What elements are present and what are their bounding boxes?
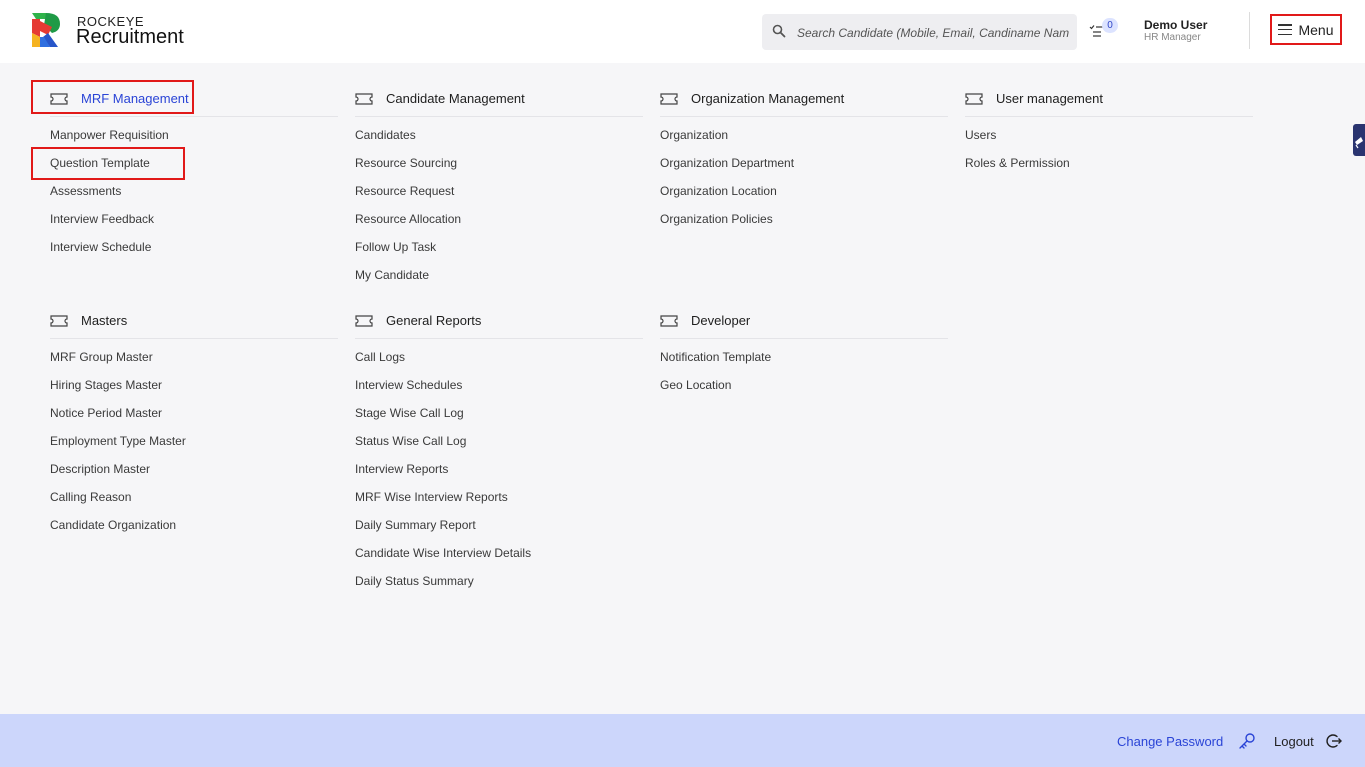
menu-item[interactable]: Organization	[660, 124, 948, 152]
section-title: MRF Management	[81, 91, 189, 106]
section-title: Masters	[81, 313, 128, 328]
section-general-reports: General Reports Call Logs Interview Sche…	[355, 303, 643, 598]
section-title: Candidate Management	[386, 91, 525, 106]
menu-item[interactable]: Calling Reason	[50, 486, 338, 514]
section-header[interactable]: General Reports	[355, 303, 643, 339]
menu-item[interactable]: Interview Feedback	[50, 208, 338, 236]
menu-item[interactable]: Candidate Organization	[50, 514, 338, 542]
menu-item[interactable]: Resource Sourcing	[355, 152, 643, 180]
menu-item[interactable]: Resource Request	[355, 180, 643, 208]
menu-button-label: Menu	[1298, 21, 1334, 38]
menu-item[interactable]: Description Master	[50, 458, 338, 486]
search-icon	[772, 24, 786, 38]
menu-item[interactable]: Notification Template	[660, 346, 948, 374]
menu-item[interactable]: Notice Period Master	[50, 402, 338, 430]
top-header: ROCKEYE Recruitment 0 Demo User HR Manag…	[0, 0, 1365, 63]
footer-bar: Change Password Logout	[0, 714, 1365, 767]
menu-item[interactable]: Interview Schedule	[50, 236, 338, 264]
user-role: HR Manager	[1144, 32, 1201, 43]
section-header[interactable]: Masters	[50, 303, 338, 339]
ticket-icon	[50, 314, 68, 327]
menu-item[interactable]: My Candidate	[355, 264, 643, 292]
section-candidate-management: Candidate Management Candidates Resource…	[355, 81, 643, 292]
search-input[interactable]	[797, 23, 1069, 43]
section-organization-management: Organization Management Organization Org…	[660, 81, 948, 236]
logout-icon[interactable]	[1326, 733, 1342, 749]
key-icon[interactable]	[1238, 732, 1256, 750]
menu-button[interactable]: Menu	[1270, 14, 1342, 45]
side-floating-tab[interactable]	[1353, 124, 1365, 156]
rockeye-logo-icon[interactable]	[30, 11, 66, 49]
section-user-management: User management Users Roles & Permission	[965, 81, 1253, 180]
menu-item[interactable]: Status Wise Call Log	[355, 430, 643, 458]
section-developer: Developer Notification Template Geo Loca…	[660, 303, 948, 402]
brand-name: Recruitment	[76, 26, 184, 48]
menu-item[interactable]: Resource Allocation	[355, 208, 643, 236]
menu-item[interactable]: Organization Department	[660, 152, 948, 180]
ticket-icon	[355, 314, 373, 327]
menu-item[interactable]: Roles & Permission	[965, 152, 1253, 180]
section-title: Developer	[691, 313, 751, 328]
section-title: General Reports	[386, 313, 482, 328]
section-header[interactable]: Organization Management	[660, 81, 948, 117]
menu-item[interactable]: Question Template	[50, 152, 338, 180]
menu-item[interactable]: Stage Wise Call Log	[355, 402, 643, 430]
ticket-icon	[50, 92, 68, 105]
menu-item[interactable]: Geo Location	[660, 374, 948, 402]
menu-item[interactable]: Daily Summary Report	[355, 514, 643, 542]
section-mrf-management: MRF Management Manpower Requisition Ques…	[50, 81, 338, 264]
logout-link[interactable]: Logout	[1274, 734, 1314, 749]
tasks-count-badge: 0	[1102, 18, 1118, 33]
menu-item[interactable]: Organization Location	[660, 180, 948, 208]
menu-item[interactable]: Candidate Wise Interview Details	[355, 542, 643, 570]
menu-item[interactable]: MRF Group Master	[50, 346, 338, 374]
ticket-icon	[965, 92, 983, 105]
menu-item[interactable]: Users	[965, 124, 1253, 152]
megaphone-icon	[1355, 137, 1363, 149]
ticket-icon	[660, 92, 678, 105]
menu-item[interactable]: Call Logs	[355, 346, 643, 374]
section-header[interactable]: Candidate Management	[355, 81, 643, 117]
menu-item[interactable]: Assessments	[50, 180, 338, 208]
section-header[interactable]: Developer	[660, 303, 948, 339]
menu-item[interactable]: Daily Status Summary	[355, 570, 643, 598]
menu-item[interactable]: Candidates	[355, 124, 643, 152]
menu-item[interactable]: Follow Up Task	[355, 236, 643, 264]
section-header[interactable]: User management	[965, 81, 1253, 117]
section-title: Organization Management	[691, 91, 845, 106]
header-divider	[1249, 12, 1250, 49]
menu-item[interactable]: Manpower Requisition	[50, 124, 338, 152]
menu-item[interactable]: Employment Type Master	[50, 430, 338, 458]
menu-item[interactable]: Hiring Stages Master	[50, 374, 338, 402]
section-title: User management	[996, 91, 1103, 106]
search-box	[762, 14, 1077, 50]
section-masters: Masters MRF Group Master Hiring Stages M…	[50, 303, 338, 542]
hamburger-icon	[1278, 24, 1293, 35]
menu-item[interactable]: MRF Wise Interview Reports	[355, 486, 643, 514]
ticket-icon	[355, 92, 373, 105]
user-name[interactable]: Demo User	[1144, 18, 1207, 32]
change-password-link[interactable]: Change Password	[1117, 734, 1223, 749]
menu-item[interactable]: Organization Policies	[660, 208, 948, 236]
menu-item[interactable]: Interview Reports	[355, 458, 643, 486]
menu-item[interactable]: Interview Schedules	[355, 374, 643, 402]
ticket-icon	[660, 314, 678, 327]
section-header[interactable]: MRF Management	[50, 81, 338, 117]
